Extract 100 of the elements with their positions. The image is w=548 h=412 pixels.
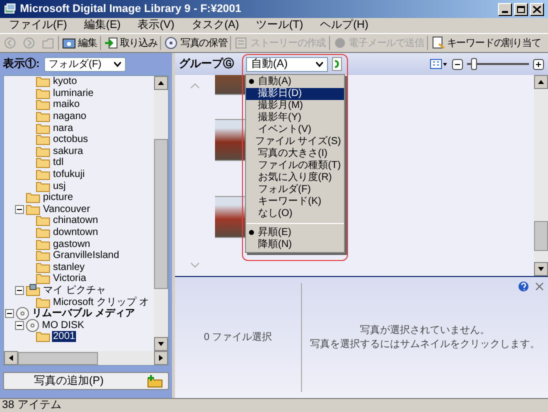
collapse-icon[interactable]: [15, 204, 24, 214]
tree-item[interactable]: マイ ピクチャ: [42, 284, 107, 296]
collapse-icon[interactable]: [5, 309, 14, 318]
folder-icon: [36, 76, 50, 88]
caret-icon: [316, 62, 323, 66]
tree-item[interactable]: MO DISK: [41, 320, 86, 331]
scrollbar-thumb[interactable]: [18, 352, 98, 364]
toolbar-button[interactable]: キーワードの割り当て: [428, 34, 543, 52]
group-dropdown[interactable]: 自動(A): [246, 56, 328, 72]
tree-item[interactable]: nara: [52, 122, 74, 134]
folder-icon: [36, 146, 50, 157]
vertical-scrollbar[interactable]: [154, 76, 168, 351]
view-dropdown[interactable]: フォルダ(F): [44, 56, 126, 72]
folder-icon: [36, 331, 50, 342]
scroll-up-icon: [534, 75, 548, 89]
menu-item[interactable]: 昇順(E): [246, 226, 344, 238]
maximize-button[interactable]: [514, 2, 528, 16]
tree-item[interactable]: Microsoft クリップ オ: [52, 296, 150, 308]
tree-item[interactable]: リムーバブル メディア: [31, 308, 136, 320]
import-icon: [104, 36, 118, 50]
menu-item[interactable]: 撮影日(D): [246, 88, 344, 100]
maximize-icon: [517, 6, 525, 12]
tree-item[interactable]: Victoria: [52, 273, 88, 284]
toolbar-button[interactable]: 写真の保管: [162, 34, 230, 52]
slider-thumb[interactable]: [471, 58, 478, 70]
folder-icon: [26, 204, 40, 215]
tree-item[interactable]: gastown: [52, 238, 92, 250]
scroll-down-icon: [534, 262, 548, 276]
menu-item[interactable]: 自動(A): [246, 76, 344, 88]
camera-icon: [62, 36, 76, 50]
scrollbar-thumb[interactable]: [154, 138, 168, 288]
menu-item[interactable]: ファイル サイズ(S): [246, 136, 344, 148]
tree-item[interactable]: chinatown: [52, 215, 100, 226]
toolbar-button[interactable]: 取り込み: [102, 34, 160, 52]
menu-item[interactable]: タスク(A): [190, 17, 240, 34]
menu-item[interactable]: 表示(V): [136, 17, 176, 34]
menu-item[interactable]: 降順(N): [246, 238, 344, 250]
tree-item[interactable]: downtown: [52, 227, 100, 238]
zoom-in-icon[interactable]: [533, 58, 544, 70]
menu-item[interactable]: ファイル(F): [8, 17, 68, 34]
vertical-scrollbar[interactable]: [534, 75, 548, 276]
tree-item[interactable]: Vancouver: [42, 204, 92, 215]
tree-item[interactable]: luminarie: [52, 88, 95, 99]
folder-icon: [36, 111, 50, 122]
folder-icon: [26, 192, 40, 204]
minimize-icon: [502, 10, 508, 12]
tree-item[interactable]: 2001: [52, 331, 76, 342]
tree-item[interactable]: kyoto: [52, 76, 78, 88]
tree-item[interactable]: tdl: [52, 157, 65, 168]
folder-icon: [36, 122, 50, 134]
window-title: Microsoft Digital Image Library 9 - F:¥2001: [20, 2, 242, 17]
disc-icon: [164, 36, 178, 50]
tag-icon: [430, 36, 445, 50]
tree-item[interactable]: GranvilleIsland: [52, 250, 120, 262]
folder-icon: [36, 227, 50, 238]
toolbar-button[interactable]: 編集: [60, 34, 99, 52]
menu-item[interactable]: 編集(E): [83, 17, 122, 34]
tree-item[interactable]: usj: [52, 180, 67, 192]
zoom-out-icon[interactable]: [452, 58, 463, 70]
folder-icon: [36, 250, 50, 262]
folder-icon: [36, 296, 50, 308]
menu-item[interactable]: イベント(V): [246, 124, 344, 136]
status-text: 38 アイテム: [2, 398, 62, 412]
selection-count: 0 ファイル選択: [204, 331, 272, 345]
forward-icon: [22, 36, 36, 50]
close-button[interactable]: [530, 2, 544, 16]
menu-item[interactable]: キーワード(K): [246, 196, 344, 208]
menu-item[interactable]: ヘルプ(H): [319, 17, 370, 34]
menu-item[interactable]: お気に入り度(R): [246, 172, 344, 184]
menu-item[interactable]: 撮影月(M): [246, 100, 344, 112]
menu-item[interactable]: ツール(T): [255, 17, 304, 34]
back-icon: [3, 36, 17, 50]
view-label: 表示①:: [3, 56, 40, 72]
menu-item[interactable]: フォルダ(F): [246, 184, 344, 196]
disc-icon: [26, 318, 39, 332]
close-icon: [533, 6, 541, 12]
tree-item[interactable]: stanley: [52, 262, 86, 273]
folder-icon: [36, 262, 50, 273]
help-icon[interactable]: [518, 281, 529, 292]
minimize-button[interactable]: [498, 2, 512, 16]
menu-item[interactable]: 写真の大きさ(I): [246, 148, 344, 160]
menu-item[interactable]: なし(O): [246, 208, 344, 220]
collapse-icon[interactable]: [15, 286, 24, 295]
scrollbar-thumb[interactable]: [534, 220, 548, 250]
scroll-left-icon: [4, 351, 18, 365]
view-options-icon[interactable]: [430, 59, 448, 69]
collapse-icon[interactable]: [15, 320, 24, 330]
tree-item[interactable]: maiko: [52, 99, 81, 110]
tree-item[interactable]: nagano: [52, 111, 88, 122]
menu-item[interactable]: ファイルの種類(T): [246, 160, 344, 172]
add-photos-button[interactable]: 写真の追加(P): [3, 372, 169, 390]
close-icon[interactable]: [535, 282, 544, 291]
tree-item[interactable]: picture: [42, 192, 74, 204]
tree-item[interactable]: sakura: [52, 146, 84, 157]
zoom-slider[interactable]: [467, 58, 529, 70]
tree-item[interactable]: octobus: [52, 134, 90, 146]
menu-item[interactable]: 撮影年(Y): [246, 112, 344, 124]
horizontal-scrollbar[interactable]: [4, 351, 168, 365]
tree-item[interactable]: tofukuji: [52, 169, 86, 180]
group-label: グループⒼ: [179, 56, 234, 72]
